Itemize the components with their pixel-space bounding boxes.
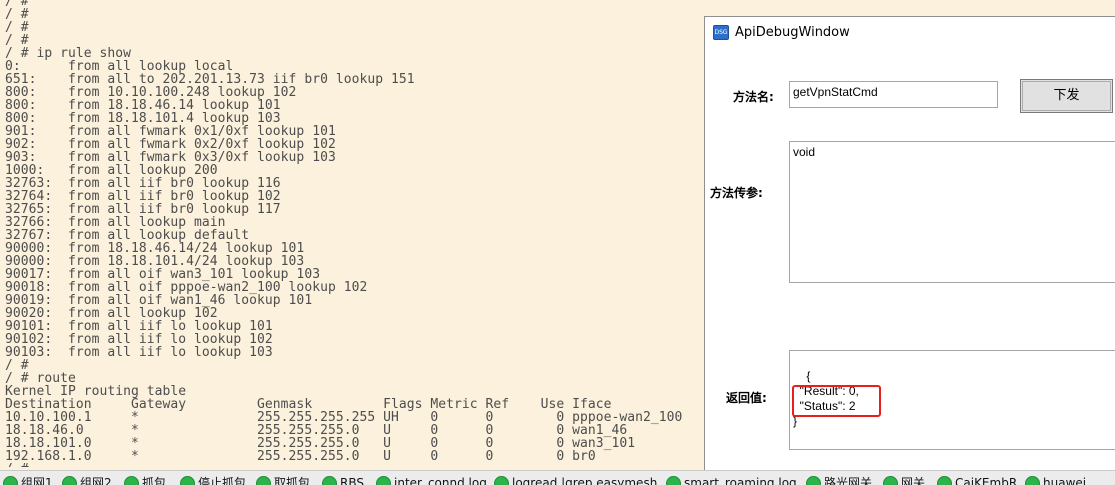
green-dot-icon	[806, 476, 821, 485]
method-name-input[interactable]: getVpnStatCmd	[789, 81, 998, 108]
quick-command-label: inter_connd.log	[394, 476, 487, 485]
terminal-pane[interactable]: / # / # / # / # / # ip rule show 0: from all …	[0, 0, 704, 467]
terminal-line: / #	[5, 358, 29, 373]
green-dot-icon	[3, 476, 18, 485]
method-name-label: 方法名:	[733, 90, 774, 104]
quick-command-button[interactable]: 组网1	[3, 475, 53, 485]
quick-command-button[interactable]: 停止抓包	[180, 475, 246, 485]
api-debug-window: DSG ApiDebugWindow 方法名: getVpnStatCmd 下发…	[704, 16, 1115, 478]
quick-command-label: 停止抓包	[198, 476, 247, 485]
terminal-line: / #	[5, 0, 29, 9]
quick-command-button[interactable]: CaiKEmbR	[937, 475, 1017, 485]
green-dot-icon	[180, 476, 195, 485]
green-dot-icon	[494, 476, 509, 485]
green-dot-icon	[666, 476, 681, 485]
params-textarea[interactable]: void	[789, 141, 1115, 283]
quick-command-label: 组网2	[80, 476, 112, 485]
green-dot-icon	[322, 476, 337, 485]
quick-command-button[interactable]: huawei	[1025, 475, 1086, 485]
quick-command-bar: 组网1 组网2 抓包 停止抓包 取抓包 RBS inter_connd.log logread…	[0, 470, 1115, 485]
quick-command-button[interactable]: 抓包	[124, 475, 166, 485]
window-title: ApiDebugWindow	[735, 25, 850, 40]
terminal-output: / # / # / # / # / # ip rule show 0: from all …	[0, 0, 704, 467]
quick-command-label: 组网1	[21, 476, 53, 485]
quick-command-label: 网关	[901, 476, 926, 485]
quick-command-label: 路光网关	[824, 476, 873, 485]
green-dot-icon	[62, 476, 77, 485]
green-dot-icon	[883, 476, 898, 485]
green-dot-icon	[376, 476, 391, 485]
params-label: 方法传参:	[710, 186, 763, 200]
title-bar[interactable]: DSG ApiDebugWindow	[705, 17, 1115, 49]
app-icon: DSG	[713, 25, 729, 40]
terminal-line: / #	[5, 7, 29, 22]
quick-command-label: logread |grep easymesh	[512, 476, 658, 485]
quick-command-button[interactable]: 路光网关	[806, 475, 872, 485]
quick-command-button[interactable]: inter_connd.log	[376, 475, 487, 485]
quick-command-button[interactable]: smart_roaming.log	[666, 475, 797, 485]
terminal-line: 90103: from all iif lo lookup 103	[5, 345, 273, 360]
quick-command-label: CaiKEmbR	[955, 476, 1018, 485]
terminal-line: 192.168.1.0 * 255.255.255.0 U 0 0 0 br0	[5, 449, 596, 464]
quick-command-label: 抓包	[142, 476, 167, 485]
quick-command-button[interactable]: 网关	[883, 475, 925, 485]
return-label: 返回值:	[726, 391, 767, 405]
terminal-line: / #	[5, 20, 29, 35]
quick-command-button[interactable]: logread |grep easymesh	[494, 475, 657, 485]
quick-command-button[interactable]: RBS	[322, 475, 364, 485]
send-button[interactable]: 下发	[1020, 79, 1113, 113]
quick-command-label: huawei	[1043, 476, 1087, 485]
green-dot-icon	[256, 476, 271, 485]
quick-command-label: smart_roaming.log	[684, 476, 797, 485]
quick-command-button[interactable]: 取抓包	[256, 475, 310, 485]
quick-command-button[interactable]: 组网2	[62, 475, 112, 485]
quick-command-label: 取抓包	[274, 476, 311, 485]
green-dot-icon	[124, 476, 139, 485]
status-highlight-box	[792, 385, 881, 417]
green-dot-icon	[937, 476, 952, 485]
green-dot-icon	[1025, 476, 1040, 485]
quick-command-label: RBS	[340, 476, 364, 485]
